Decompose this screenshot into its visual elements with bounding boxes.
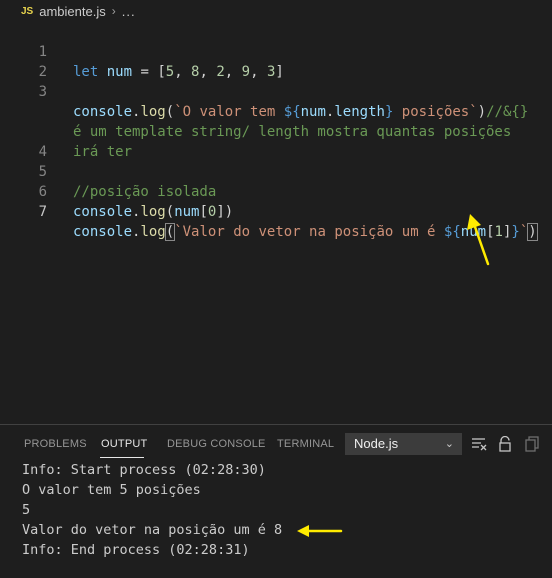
annotation-arrow-output	[297, 525, 343, 537]
breadcrumb-file-name[interactable]: ambiente.js	[39, 4, 105, 19]
code-editor[interactable]: 1 let num = [5, 8, 2, 9, 3] 2 3 console.…	[0, 22, 552, 424]
comment-token: //posição isolada	[73, 184, 217, 200]
code-line[interactable]: 1 let num = [5, 8, 2, 9, 3]	[0, 22, 284, 80]
code-line[interactable]: 6 console.log(num[0])	[0, 162, 234, 220]
panel-tabs: PROBLEMS OUTPUT DEBUG CONSOLE TERMINAL N…	[0, 425, 552, 463]
output-panel: PROBLEMS OUTPUT DEBUG CONSOLE TERMINAL N…	[0, 424, 552, 578]
tab-problems[interactable]: PROBLEMS	[24, 438, 87, 450]
variable-token: num	[106, 64, 133, 80]
code-line-wrapped[interactable]: é um template string/ length mostra quan…	[0, 82, 511, 140]
output-line: Valor do vetor na posição um é 8	[22, 522, 283, 538]
code-text: = [	[132, 64, 166, 80]
property-token: length	[334, 104, 385, 120]
tab-debug-console[interactable]: DEBUG CONSOLE	[167, 438, 266, 450]
string-token: `O valor tem	[174, 104, 284, 120]
annotation-arrow-editor	[467, 214, 490, 266]
function-token: log	[140, 104, 166, 120]
function-token: log	[140, 204, 166, 220]
template-token: }	[511, 224, 520, 240]
object-token: console	[73, 204, 133, 220]
clear-output-icon[interactable]	[471, 437, 487, 451]
string-token: `Valor do vetor na posição um é	[174, 224, 444, 240]
code-line-wrapped[interactable]: irá ter	[0, 102, 132, 160]
lock-scroll-icon[interactable]	[498, 436, 512, 452]
function-token: log	[140, 224, 166, 240]
output-line: Info: End process (02:28:31)	[22, 542, 250, 558]
matched-bracket: (	[164, 223, 176, 241]
matched-bracket: )	[527, 223, 538, 241]
active-tab-indicator	[100, 457, 144, 458]
number-token: 2	[216, 64, 225, 80]
breadcrumb-separator: ›	[111, 4, 116, 18]
template-token: ${	[283, 104, 301, 120]
variable-token: num	[300, 104, 326, 120]
string-token: posições`	[393, 104, 478, 120]
tab-output[interactable]: OUTPUT	[101, 438, 147, 450]
line-number: 7	[38, 204, 47, 220]
object-token: console	[73, 224, 133, 240]
output-line: 5	[22, 502, 31, 518]
object-token: console	[73, 104, 133, 120]
comment-token: irá ter	[73, 144, 133, 160]
code-line[interactable]: 3 console.log(`O valor tem ${num.length}…	[0, 62, 529, 120]
code-line[interactable]: 2	[0, 42, 47, 80]
code-line-current[interactable]: 7 console.log(`Valor do vetor na posição…	[0, 182, 538, 241]
output-line: O valor tem 5 posições	[22, 482, 201, 498]
code-line[interactable]: 5 //posição isolada	[0, 142, 217, 200]
string-token: `	[519, 224, 529, 240]
copy-icon[interactable]	[524, 436, 540, 452]
breadcrumb-more[interactable]: ...	[122, 4, 136, 19]
number-token: 5	[165, 64, 175, 80]
breadcrumb: JS ambiente.js › ...	[0, 0, 552, 22]
keyword-token: let	[73, 64, 99, 80]
output-channel-value: Node.js	[354, 436, 399, 451]
output-channel-select[interactable]: Node.js ⌄	[345, 433, 462, 455]
comment-token: //&{}	[486, 104, 529, 120]
javascript-file-icon: JS	[21, 5, 34, 17]
code-line[interactable]: 4	[0, 122, 47, 160]
chevron-down-icon: ⌄	[444, 438, 454, 450]
comment-token: é um template string/ length mostra quan…	[73, 124, 512, 140]
number-token: 9	[241, 64, 251, 80]
variable-token: num	[174, 204, 200, 220]
tab-terminal[interactable]: TERMINAL	[277, 438, 334, 450]
output-line: Info: Start process (02:28:30)	[22, 462, 266, 478]
template-token: ${	[443, 224, 461, 240]
